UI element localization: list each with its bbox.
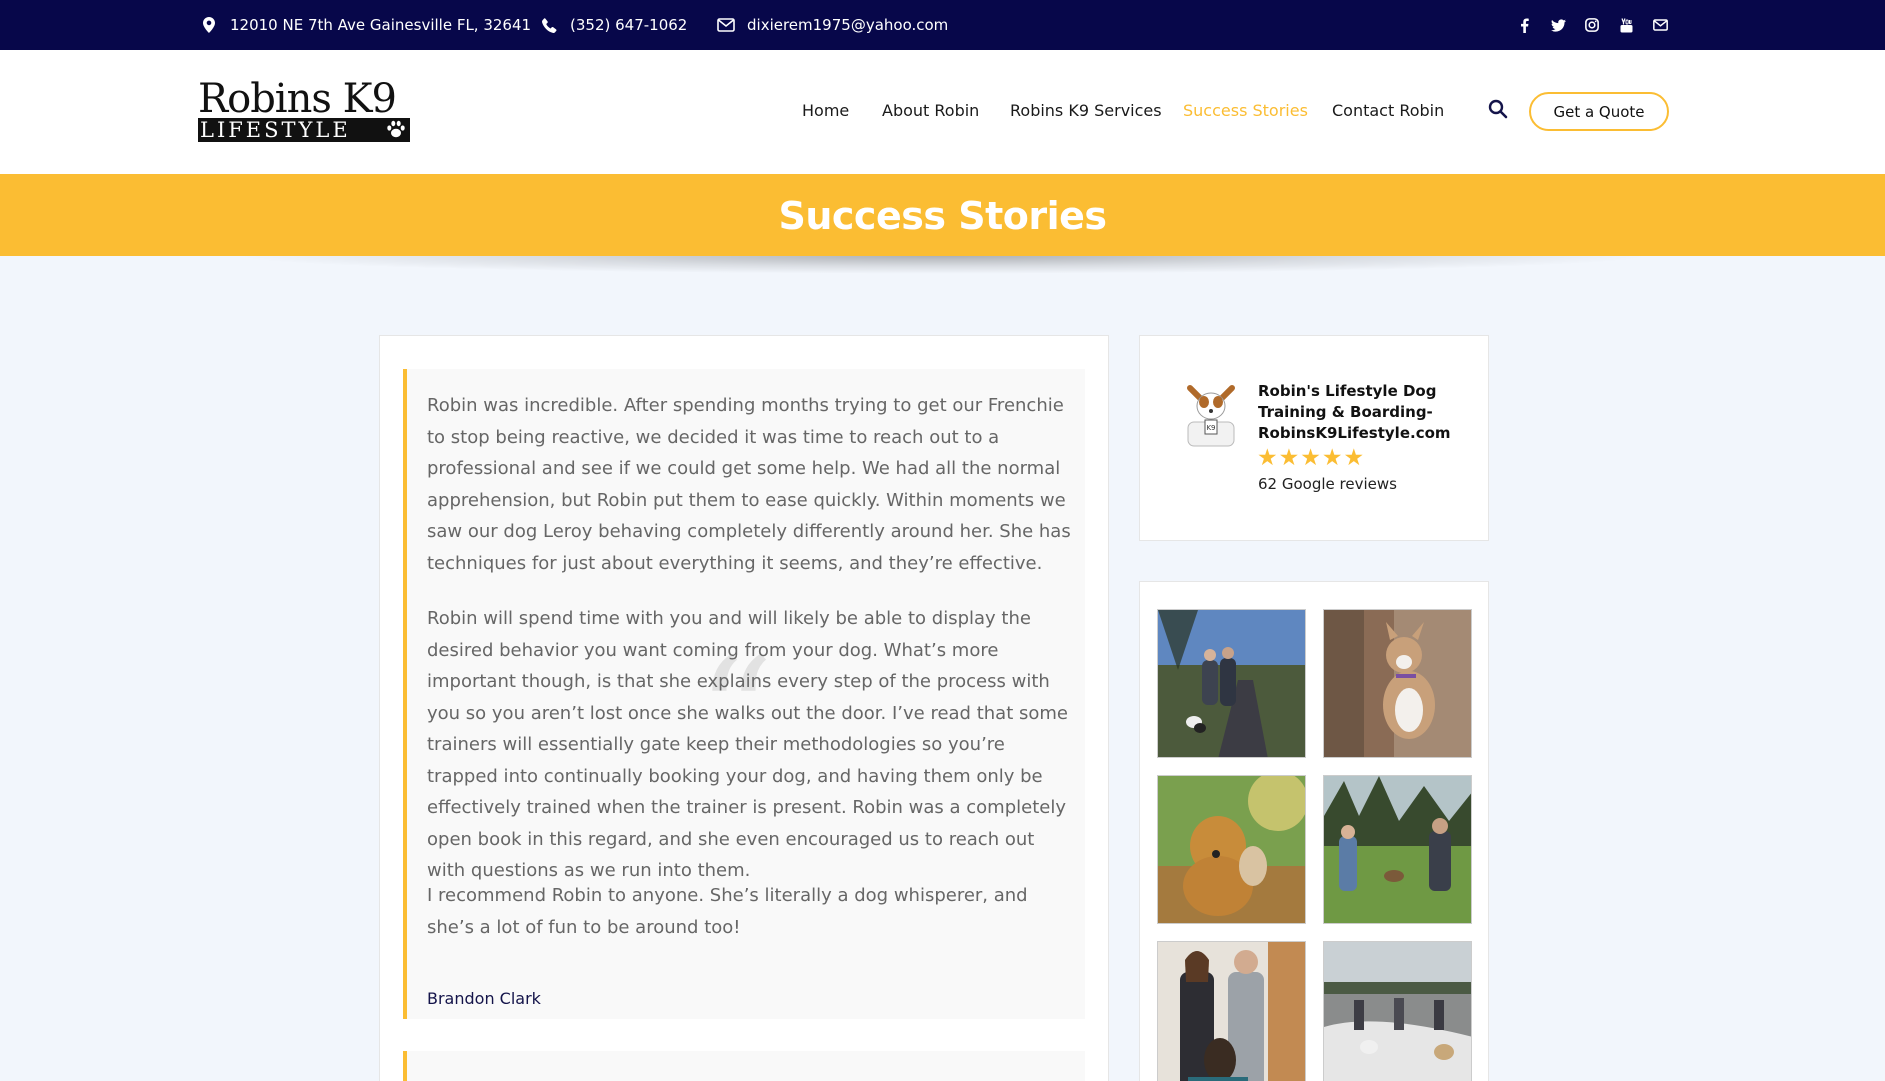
business-avatar: K9 (1178, 376, 1244, 448)
testimonial-item: “ Robin was incredible. After spending m… (403, 369, 1085, 1019)
get-a-quote-button[interactable]: Get a Quote (1529, 92, 1669, 131)
review-count[interactable]: 62 Google reviews (1258, 475, 1397, 493)
gallery-photo-group-with-dogs[interactable] (1323, 941, 1472, 1081)
address-text: 12010 NE 7th Ave Gainesville FL, 32641 (230, 16, 532, 34)
business-name[interactable]: Robin's Lifestyle Dog Training & Boardin… (1258, 381, 1451, 444)
nav-contact-robin[interactable]: Contact Robin (1332, 101, 1444, 120)
instagram-icon[interactable] (1583, 16, 1601, 34)
star-rating: ★ ★ ★ ★ ★ (1257, 446, 1364, 470)
banner-shadow (230, 256, 1655, 274)
nav-home[interactable]: Home (802, 101, 849, 120)
nav-success-stories[interactable]: Success Stories (1183, 101, 1308, 120)
star-icon: ★ (1300, 445, 1321, 471)
search-icon[interactable] (1488, 99, 1512, 123)
top-contact-bar: 12010 NE 7th Ave Gainesville FL, 32641 (… (0, 0, 1885, 50)
envelope-icon (715, 14, 737, 36)
star-icon: ★ (1278, 445, 1300, 471)
site-header: Robins K9 LIFESTYLE Home About Robin Rob… (0, 50, 1885, 174)
youtube-icon[interactable] (1617, 16, 1635, 34)
logo-line1: Robins K9 (198, 76, 397, 122)
phone-text: (352) 647-1062 (570, 16, 688, 34)
phone-contact[interactable]: (352) 647-1062 (538, 0, 687, 50)
page-title: Success Stories (778, 194, 1107, 238)
paw-icon (386, 120, 406, 143)
testimonial-paragraph-1: Robin was incredible. After spending mon… (427, 395, 1071, 574)
testimonial-author: Brandon Clark (427, 989, 541, 1008)
star-icon: ★ (1257, 445, 1278, 471)
page-title-banner: Success Stories (0, 174, 1885, 256)
phone-icon (538, 14, 560, 36)
nav-robins-k9-services[interactable]: Robins K9 Services (1010, 101, 1162, 120)
email-text: dixierem1975@yahoo.com (747, 16, 949, 34)
star-icon: ★ (1343, 445, 1365, 471)
twitter-icon[interactable] (1549, 16, 1567, 34)
social-links (1515, 0, 1669, 50)
gallery-photo-golden-retriever[interactable] (1157, 775, 1306, 924)
email-contact[interactable]: dixierem1975@yahoo.com (715, 0, 948, 50)
testimonials-card: “ Robin was incredible. After spending m… (379, 335, 1109, 1081)
google-reviews-widget[interactable]: K9 Robin's Lifestyle Dog Training & Boar… (1139, 335, 1489, 541)
mail-icon[interactable] (1651, 16, 1669, 34)
logo-line2: LIFESTYLE (198, 118, 410, 142)
svg-text:K9: K9 (1206, 424, 1215, 432)
gallery-photo-park-training[interactable] (1323, 775, 1472, 924)
gallery-photo-couple-with-dog[interactable] (1157, 941, 1306, 1081)
map-pin-icon (198, 14, 220, 36)
gallery-photo-dog-on-deck[interactable] (1323, 609, 1472, 758)
gallery-photo-walk[interactable] (1157, 609, 1306, 758)
address-contact[interactable]: 12010 NE 7th Ave Gainesville FL, 32641 (198, 0, 531, 50)
photo-gallery (1139, 581, 1489, 1081)
testimonial-paragraph-2: Robin will spend time with you and will … (427, 608, 1068, 881)
testimonial-item-next (403, 1051, 1085, 1081)
star-icon: ★ (1321, 445, 1343, 471)
testimonial-paragraph-3: I recommend Robin to anyone. She’s liter… (427, 885, 1028, 938)
facebook-icon[interactable] (1515, 16, 1533, 34)
nav-about-robin[interactable]: About Robin (882, 101, 979, 120)
site-logo[interactable]: Robins K9 LIFESTYLE (198, 78, 410, 144)
